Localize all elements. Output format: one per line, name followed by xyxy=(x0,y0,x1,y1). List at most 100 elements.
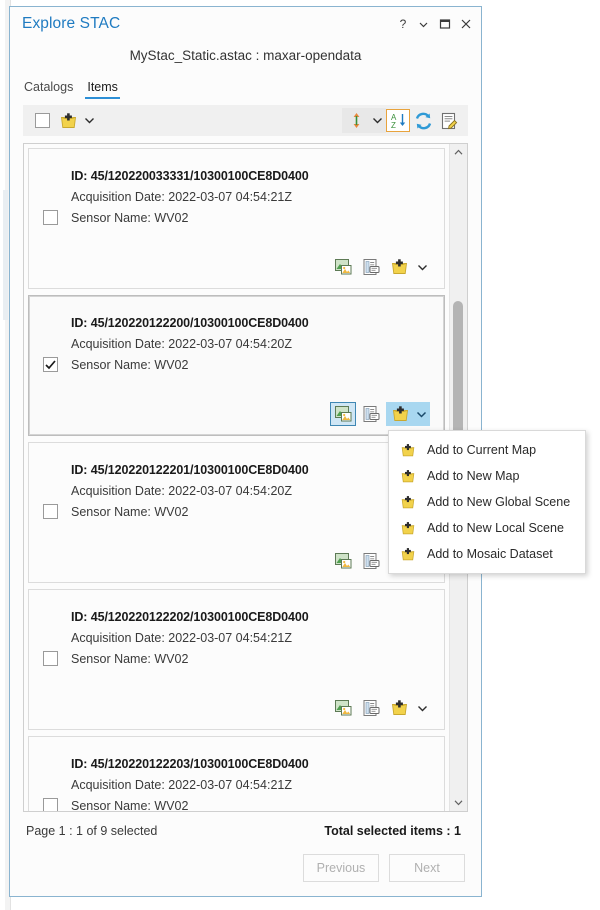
item-checkbox[interactable] xyxy=(43,798,58,811)
sort-updown-arrows-icon[interactable] xyxy=(343,108,369,133)
menu-item-label: Add to Current Map xyxy=(427,443,536,457)
app-backdrop-sliver xyxy=(3,190,8,320)
add-to-map-icon xyxy=(399,520,416,536)
item-acquisition-date: Acquisition Date: 2022-03-07 04:54:21Z xyxy=(71,778,430,792)
item-acquisition-date: Acquisition Date: 2022-03-07 04:54:20Z xyxy=(71,337,430,351)
scroll-down-icon[interactable] xyxy=(450,794,467,811)
pagination-buttons: Previous Next xyxy=(26,854,465,882)
item-card[interactable]: ID: 45/120220122203/10300100CE8D0400 Acq… xyxy=(28,736,445,811)
dialog-footer: Page 1 : 1 of 9 selected Total selected … xyxy=(10,812,481,896)
menu-item-add-to-new-local-scene[interactable]: Add to New Local Scene xyxy=(389,515,585,541)
add-to-map-dropdown-chevron-down-icon[interactable] xyxy=(414,704,430,713)
items-toolbar: A Z xyxy=(23,105,468,136)
previous-button[interactable]: Previous xyxy=(303,854,379,882)
image-preview-icon[interactable] xyxy=(330,402,356,426)
tab-items[interactable]: Items xyxy=(87,80,118,99)
item-card[interactable]: ID: 45/120220122202/10300100CE8D0400 Acq… xyxy=(28,589,445,730)
toolbar-right-group: A Z xyxy=(342,108,462,133)
checkbox-box xyxy=(35,113,50,128)
app-backdrop-left-inner xyxy=(0,0,5,910)
image-preview-icon[interactable] xyxy=(330,549,356,573)
sort-direction-group xyxy=(342,108,386,133)
add-to-map-icon[interactable] xyxy=(387,402,413,426)
add-to-map-icon xyxy=(399,442,416,458)
item-checkbox[interactable] xyxy=(43,651,58,666)
item-id: ID: 45/120220122200/10300100CE8D0400 xyxy=(71,316,430,330)
tab-bar: Catalogs Items xyxy=(10,65,481,99)
svg-text:Z: Z xyxy=(391,121,396,129)
item-card-body: ID: 45/120220122203/10300100CE8D0400 Acq… xyxy=(71,737,444,811)
close-icon[interactable] xyxy=(456,14,475,34)
help-icon[interactable]: ? xyxy=(393,14,412,34)
add-to-map-context-menu: Add to Current Map Add to New Map Add to… xyxy=(388,430,586,574)
item-card[interactable]: ID: 45/120220122201/10300100CE8D0400 Acq… xyxy=(28,442,445,583)
toolbar-left-group xyxy=(29,108,97,133)
item-card[interactable]: ID: 45/120220033331/10300100CE8D0400 Acq… xyxy=(28,148,445,289)
add-to-map-icon[interactable] xyxy=(386,255,412,279)
item-checkbox[interactable] xyxy=(43,357,58,372)
refresh-icon[interactable] xyxy=(410,108,436,133)
menu-item-add-to-current-map[interactable]: Add to Current Map xyxy=(389,437,585,463)
next-button[interactable]: Next xyxy=(389,854,465,882)
image-preview-icon[interactable] xyxy=(330,696,356,720)
add-to-map-icon[interactable] xyxy=(386,696,412,720)
svg-text:?: ? xyxy=(399,18,406,30)
item-card-body: ID: 45/120220122202/10300100CE8D0400 Acq… xyxy=(71,590,444,729)
add-to-map-icon xyxy=(399,494,416,510)
item-sensor-name: Sensor Name: WV02 xyxy=(71,505,430,519)
menu-item-add-to-new-global-scene[interactable]: Add to New Global Scene xyxy=(389,489,585,515)
checkmark-icon xyxy=(45,360,56,370)
item-actions xyxy=(71,255,430,288)
add-to-map-dropdown-chevron-down-icon[interactable] xyxy=(413,410,429,419)
item-sensor-name: Sensor Name: WV02 xyxy=(71,358,430,372)
image-preview-icon[interactable] xyxy=(330,255,356,279)
add-to-map-icon xyxy=(399,468,416,484)
add-to-map-dropdown-chevron-down-icon[interactable] xyxy=(81,116,97,125)
item-checkbox-cell xyxy=(29,737,71,811)
metadata-details-icon[interactable] xyxy=(358,696,384,720)
item-acquisition-date: Acquisition Date: 2022-03-07 04:54:21Z xyxy=(71,190,430,204)
item-sensor-name: Sensor Name: WV02 xyxy=(71,211,430,225)
sort-a-to-z-icon[interactable]: A Z xyxy=(386,109,410,132)
item-actions xyxy=(71,549,430,582)
metadata-details-icon[interactable] xyxy=(358,255,384,279)
item-acquisition-date: Acquisition Date: 2022-03-07 04:54:21Z xyxy=(71,631,430,645)
menu-item-label: Add to Mosaic Dataset xyxy=(427,547,553,561)
item-checkbox-cell xyxy=(29,296,71,435)
select-all-checkbox[interactable] xyxy=(29,108,55,133)
item-acquisition-date: Acquisition Date: 2022-03-07 04:54:20Z xyxy=(71,484,430,498)
tab-catalogs[interactable]: Catalogs xyxy=(24,80,73,99)
item-checkbox-cell xyxy=(29,443,71,582)
menu-item-add-to-new-map[interactable]: Add to New Map xyxy=(389,463,585,489)
page-info-label: Page 1 : 1 of 9 selected xyxy=(26,824,157,838)
item-card-body: ID: 45/120220033331/10300100CE8D0400 Acq… xyxy=(71,149,444,288)
add-to-map-split-button[interactable] xyxy=(386,402,430,426)
item-checkbox[interactable] xyxy=(43,210,58,225)
item-card[interactable]: ID: 45/120220122200/10300100CE8D0400 Acq… xyxy=(28,295,445,436)
metadata-details-icon[interactable] xyxy=(358,402,384,426)
item-id: ID: 45/120220033331/10300100CE8D0400 xyxy=(71,169,430,183)
menu-item-label: Add to New Local Scene xyxy=(427,521,564,535)
item-id: ID: 45/120220122201/10300100CE8D0400 xyxy=(71,463,430,477)
menu-item-label: Add to New Global Scene xyxy=(427,495,570,509)
add-to-map-icon xyxy=(399,546,416,562)
add-to-map-dropdown-chevron-down-icon[interactable] xyxy=(414,263,430,272)
metadata-details-icon[interactable] xyxy=(358,549,384,573)
chevron-down-icon[interactable] xyxy=(414,14,433,34)
item-id: ID: 45/120220122202/10300100CE8D0400 xyxy=(71,610,430,624)
field-settings-icon[interactable] xyxy=(436,108,462,133)
items-list-inner: ID: 45/120220033331/10300100CE8D0400 Acq… xyxy=(24,144,449,811)
footer-status-row: Page 1 : 1 of 9 selected Total selected … xyxy=(26,824,465,838)
window-controls: ? xyxy=(393,14,475,34)
item-card-body: ID: 45/120220122200/10300100CE8D0400 Acq… xyxy=(71,296,444,435)
item-checkbox-cell xyxy=(29,149,71,288)
menu-item-add-to-mosaic-dataset[interactable]: Add to Mosaic Dataset xyxy=(389,541,585,567)
add-to-map-icon[interactable] xyxy=(55,108,81,133)
scroll-up-icon[interactable] xyxy=(450,144,467,161)
item-sensor-name: Sensor Name: WV02 xyxy=(71,652,430,666)
menu-item-label: Add to New Map xyxy=(427,469,519,483)
sort-direction-chevron-down-icon[interactable] xyxy=(369,116,385,125)
maximize-icon[interactable] xyxy=(435,14,454,34)
item-checkbox-cell xyxy=(29,590,71,729)
item-checkbox[interactable] xyxy=(43,504,58,519)
